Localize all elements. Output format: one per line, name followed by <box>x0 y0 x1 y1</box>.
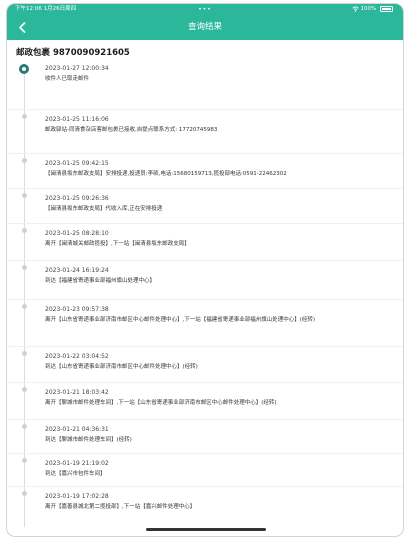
event-time: 2023-01-21 04:36:31 <box>45 426 109 433</box>
timeline-item: 2023-01-22 03:04:52 到达【山东省寄递事业部济南市邮区中心邮件… <box>7 347 403 383</box>
multitasking-dots: ••• <box>198 6 212 13</box>
event-description: 到达【山东省寄递事业部济南市邮区中心邮件处理中心】(经转) <box>45 364 198 370</box>
event-description: 到达【聊城市邮件处理车间】(经转) <box>45 437 132 443</box>
battery-icon <box>380 5 393 12</box>
header: 下午12:06 1月26日周四 ••• 100% 查询结果 <box>7 4 403 40</box>
event-time: 2023-01-27 12:00:34 <box>45 65 109 72</box>
timeline-item: 2023-01-23 09:57:38 离开【山东省寄递事业部济南市邮区中心邮件… <box>7 300 403 347</box>
event-description: 【闽清县坂东邮政支局】代收入库,正在安排投递 <box>45 206 163 212</box>
timeline-dot-icon <box>22 491 27 496</box>
event-description: 离开【聊城市邮件处理车间】,下一站【山东省寄递事业部济南市邮区中心邮件处理中心】… <box>45 400 277 406</box>
event-time: 2023-01-19 17:02:28 <box>45 493 109 500</box>
timeline-item: 2023-01-25 09:26:36 【闽清县坂东邮政支局】代收入库,正在安排… <box>7 189 403 224</box>
battery-percent: 100% <box>360 6 377 12</box>
event-description: 收件人已取走邮件 <box>45 76 90 82</box>
status-bar: 下午12:06 1月26日周四 ••• 100% <box>7 4 403 15</box>
home-indicator[interactable] <box>146 528 266 531</box>
timeline-item: 2023-01-24 16:19:24 到达【福建省寄递事业部福州旗山处理中心】 <box>7 261 403 300</box>
timeline-item: 2023-01-19 17:02:28 离开【嘉善县城北第二揽投部】,下一站【嘉… <box>7 487 403 527</box>
tracking-timeline: 2023-01-27 12:00:34 收件人已取走邮件 2023-01-25 … <box>7 61 403 527</box>
status-right: 100% <box>352 4 393 15</box>
timeline-dot-icon <box>22 424 27 429</box>
wifi-icon <box>352 5 359 12</box>
timeline-dot-icon <box>22 304 27 309</box>
timeline-item: 2023-01-21 04:36:31 到达【聊城市邮件处理车间】(经转) <box>7 420 403 454</box>
timeline-dot-icon <box>22 158 27 163</box>
page-title: 查询结果 <box>187 22 222 32</box>
timeline-item: 2023-01-19 21:19:02 到达【嘉兴市包件车间】 <box>7 454 403 487</box>
timeline-dot-icon <box>22 351 27 356</box>
timeline-item-latest: 2023-01-27 12:00:34 收件人已取走邮件 <box>7 61 403 110</box>
event-description: 到达【嘉兴市包件车间】 <box>45 471 106 477</box>
nav-bar: 查询结果 <box>7 15 403 40</box>
event-time: 2023-01-25 09:42:15 <box>45 160 109 167</box>
timeline-dot-icon <box>22 387 27 392</box>
event-description: 离开【闽清城关邮政揽投】,下一站【闽清县坂东邮政支局】 <box>45 241 190 247</box>
phone-screen: 下午12:06 1月26日周四 ••• 100% 查询结果 邮政包裹 98700… <box>6 3 404 537</box>
timeline-item: 2023-01-25 09:42:15 【闽清县坂东邮政支局】安排投递,投递员:… <box>7 154 403 189</box>
timeline-dot-icon <box>22 458 27 463</box>
timeline-item: 2023-01-21 18:03:42 离开【聊城市邮件处理车间】,下一站【山东… <box>7 383 403 420</box>
event-description: 邮政驿站-同清食杂店客邮包裹已接收,自提点联系方式: 17720745983 <box>45 127 218 133</box>
event-time: 2023-01-25 08:28:10 <box>45 230 109 237</box>
event-time: 2023-01-23 09:57:38 <box>45 306 109 313</box>
timeline-dot-icon <box>22 265 27 270</box>
event-description: 【闽清县坂东邮政支局】安排投递,投递员:李硕,电话:15680159713,揽投… <box>45 171 287 177</box>
timeline-dot-icon <box>22 228 27 233</box>
event-time: 2023-01-21 18:03:42 <box>45 389 109 396</box>
event-time: 2023-01-25 11:16:06 <box>45 116 109 123</box>
timeline-item: 2023-01-25 08:28:10 离开【闽清城关邮政揽投】,下一站【闽清县… <box>7 224 403 261</box>
event-time: 2023-01-24 16:19:24 <box>45 267 109 274</box>
timeline-dot-icon <box>22 114 27 119</box>
current-status-dot-icon <box>19 64 29 74</box>
event-description: 离开【山东省寄递事业部济南市邮区中心邮件处理中心】,下一站【福建省寄递事业部福州… <box>45 317 316 323</box>
event-time: 2023-01-19 21:19:02 <box>45 460 109 467</box>
timeline-item: 2023-01-25 11:16:06 邮政驿站-同清食杂店客邮包裹已接收,自提… <box>7 110 403 154</box>
event-time: 2023-01-25 09:26:36 <box>45 195 109 202</box>
timeline-dot-icon <box>22 193 27 198</box>
event-description: 到达【福建省寄递事业部福州旗山处理中心】 <box>45 278 156 284</box>
event-time: 2023-01-22 03:04:52 <box>45 353 109 360</box>
parcel-number: 邮政包裹 9870090921605 <box>16 48 130 58</box>
event-description: 离开【嘉善县城北第二揽投部】,下一站【嘉兴邮件处理中心】 <box>45 504 196 510</box>
